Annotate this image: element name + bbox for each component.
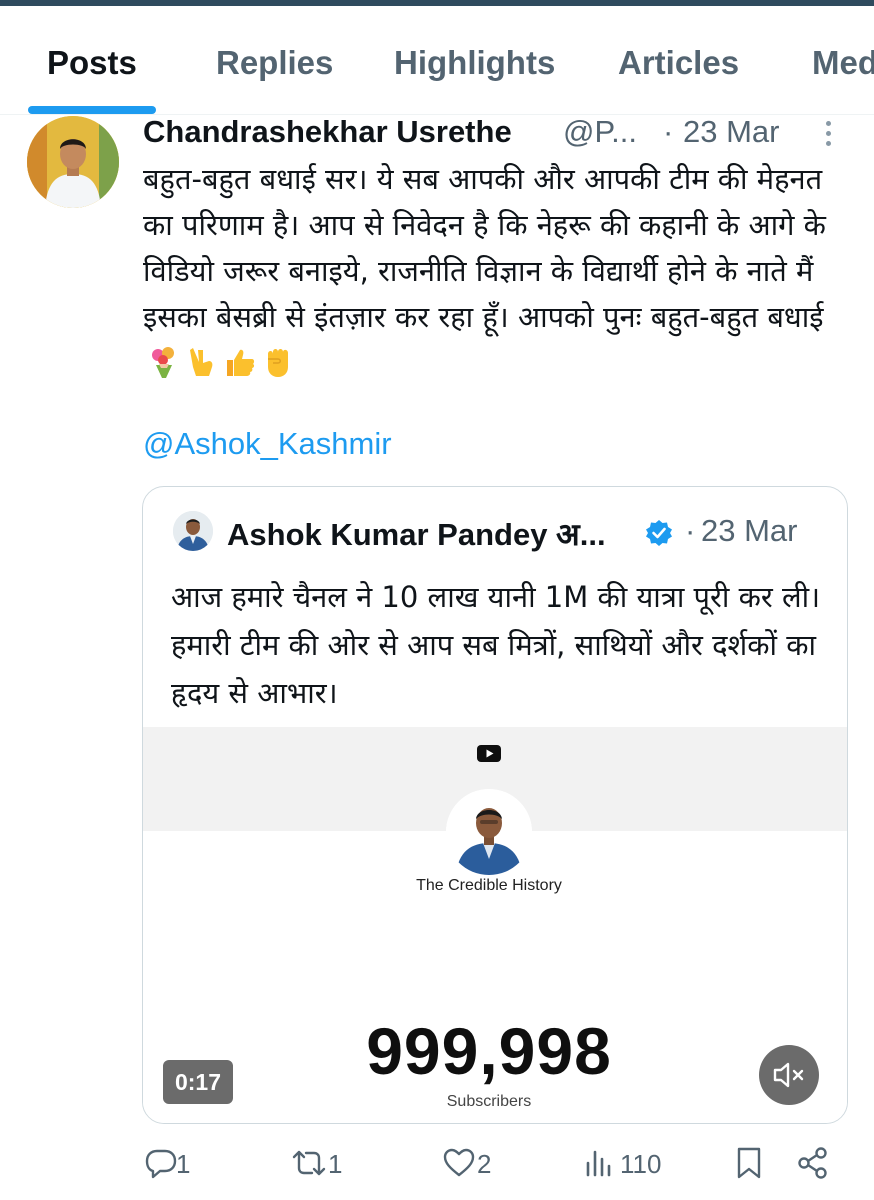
- separator-dot: ·: [663, 114, 674, 149]
- analytics-icon: [586, 1150, 611, 1177]
- youtube-icon: [477, 745, 501, 762]
- quote-author-name[interactable]: Ashok Kumar Pandey अ...: [227, 513, 606, 555]
- bookmark-icon: [737, 1147, 761, 1179]
- reply-button[interactable]: 1: [144, 1144, 204, 1184]
- tab-articles[interactable]: Articles: [618, 44, 739, 82]
- view-count: 110: [620, 1149, 662, 1179]
- channel-avatar: [446, 789, 532, 875]
- quote-text: आज हमारे चैनल ने 10 लाख यानी 1M की यात्र…: [171, 580, 821, 710]
- repost-count: 1: [328, 1149, 343, 1179]
- tab-highlights[interactable]: Highlights: [394, 44, 555, 82]
- tweet-actions: 1 1 2 110: [0, 1138, 874, 1188]
- tweet-body: बहुत-बहुत बधाई सर। ये सब आपकी और आपकी टी…: [143, 156, 855, 386]
- quote-author-avatar[interactable]: [173, 511, 213, 551]
- author-name[interactable]: Chandrashekhar Usrethe: [143, 114, 512, 150]
- repost-icon: [292, 1150, 326, 1176]
- quoted-tweet[interactable]: Ashok Kumar Pandey अ... · 23 Mar आज हमार…: [142, 486, 848, 1124]
- channel-name: The Credible History: [416, 877, 562, 894]
- subscriber-label: Subscribers: [446, 1093, 532, 1110]
- tab-media[interactable]: Media: [812, 44, 874, 82]
- thumbs-up-emoji: [227, 349, 255, 376]
- tab-posts[interactable]: Posts: [47, 44, 137, 82]
- speaker-muted-icon: [773, 1062, 804, 1088]
- repost-button[interactable]: 1: [290, 1144, 360, 1184]
- tweet-header: Chandrashekhar Usrethe @P... · 23 Mar: [143, 110, 863, 154]
- share-button[interactable]: [796, 1144, 830, 1184]
- reply-count: 1: [176, 1149, 191, 1179]
- profile-tabs: Posts Replies Highlights Articles Media: [0, 6, 874, 115]
- like-button[interactable]: 2: [442, 1144, 502, 1184]
- victory-hand-emoji: [190, 348, 213, 376]
- mute-toggle-button[interactable]: [759, 1045, 819, 1105]
- share-icon: [798, 1147, 827, 1179]
- tweet-text: बहुत-बहुत बधाई सर। ये सब आपकी और आपकी टी…: [143, 162, 826, 334]
- more-options-icon[interactable]: [813, 116, 843, 150]
- active-tab-indicator: [28, 106, 156, 114]
- tweet-date[interactable]: 23 Mar: [683, 114, 779, 150]
- tab-replies[interactable]: Replies: [216, 44, 333, 82]
- like-count: 2: [477, 1149, 492, 1179]
- heart-icon: [443, 1148, 475, 1177]
- quote-separator-dot: ·: [685, 513, 696, 548]
- quote-date[interactable]: 23 Mar: [701, 513, 797, 549]
- verified-badge-icon: [646, 520, 672, 546]
- raised-fist-emoji: [268, 349, 288, 377]
- bookmark-button[interactable]: [734, 1144, 764, 1184]
- author-handle[interactable]: @P...: [563, 114, 637, 150]
- bouquet-emoji: [152, 347, 174, 378]
- subscriber-count: 999,998: [366, 1014, 612, 1088]
- video-duration-badge: 0:17: [163, 1060, 233, 1104]
- mention-link[interactable]: @Ashok_Kashmir: [143, 426, 392, 462]
- views-button[interactable]: 110: [584, 1144, 674, 1184]
- author-avatar[interactable]: [27, 116, 119, 208]
- reply-icon: [145, 1149, 177, 1179]
